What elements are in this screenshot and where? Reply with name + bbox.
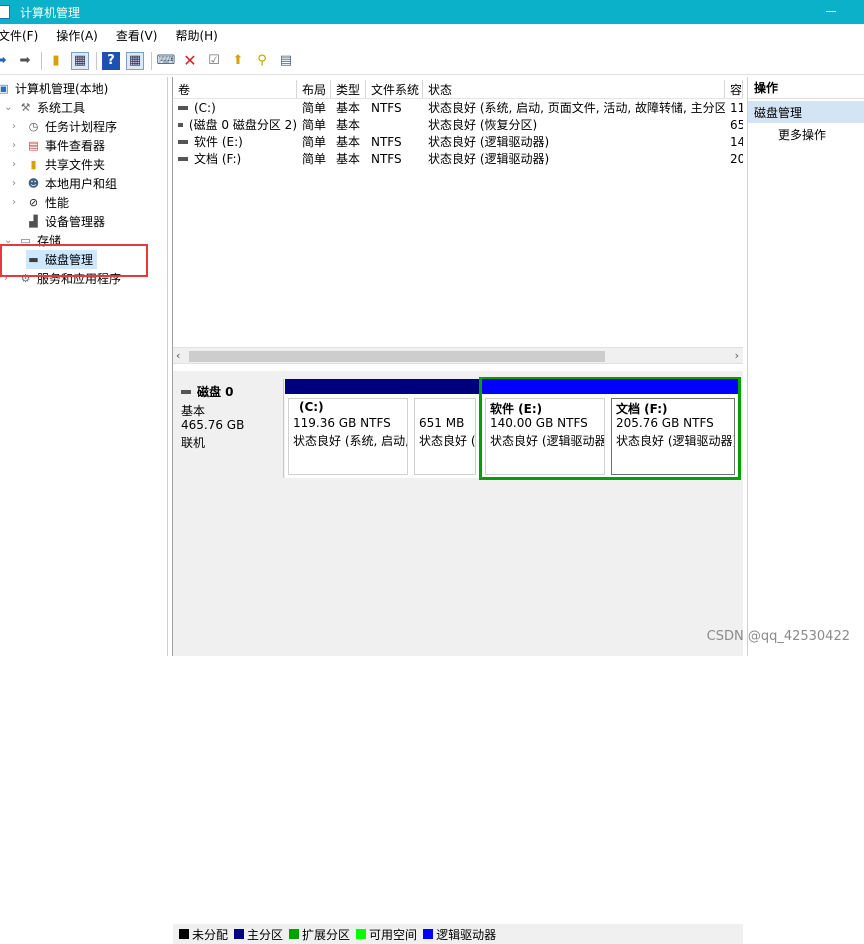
partition-f[interactable]: 文档 (F:) 205.76 GB NTFS 状态良好 (逻辑驱动器) bbox=[608, 379, 738, 478]
scroll-thumb[interactable] bbox=[189, 351, 605, 362]
partition-row: (C:) 119.36 GB NTFS 状态良好 (系统, 启动, 651 MB… bbox=[285, 377, 741, 480]
legend-swatch-extended bbox=[289, 929, 300, 939]
forward-icon[interactable]: ➡ bbox=[16, 52, 34, 70]
menu-action[interactable]: 操作(A) bbox=[56, 27, 98, 44]
connect-icon[interactable]: ⌨ bbox=[157, 52, 176, 70]
legend-label-unallocated: 未分配 bbox=[192, 927, 229, 942]
search-icon[interactable]: ⚲ bbox=[253, 52, 271, 70]
drive-icon bbox=[178, 139, 188, 144]
column-status[interactable]: 状态 bbox=[423, 80, 725, 98]
actions-disk-management[interactable]: 磁盘管理 bbox=[748, 101, 864, 123]
legend-label-free: 可用空间 bbox=[369, 927, 418, 942]
scroll-right-icon[interactable]: › bbox=[735, 349, 739, 362]
chevron-down-icon[interactable]: ⌄ bbox=[4, 102, 14, 113]
disk-info[interactable]: 磁盘 0 基本 465.76 GB 联机 bbox=[173, 379, 284, 478]
legend-swatch-logical bbox=[423, 929, 434, 939]
disk-graphical-view: 磁盘 0 基本 465.76 GB 联机 (C:) 119.36 GB NTFS… bbox=[173, 371, 743, 944]
column-filesystem[interactable]: 文件系统 bbox=[366, 80, 423, 98]
column-capacity[interactable]: 容 bbox=[725, 80, 743, 98]
watermark: CSDN @qq_42530422 bbox=[706, 629, 850, 644]
table-row[interactable]: (C:) 简单 基本 NTFS 状态良好 (系统, 启动, 页面文件, 活动, … bbox=[173, 99, 743, 116]
legend-label-extended: 扩展分区 bbox=[302, 927, 351, 942]
actions-header: 操作 bbox=[748, 77, 864, 99]
volume-list-header: 卷 布局 类型 文件系统 状态 容 bbox=[173, 80, 743, 99]
legend-swatch-primary bbox=[234, 929, 245, 939]
console-tree: ▣ 计算机管理(本地) ⌄ ⚒ 系统工具 › ◷ 任务计划程序 › ▤ 事件查看… bbox=[0, 77, 168, 656]
drive-icon bbox=[178, 122, 183, 127]
chevron-right-icon[interactable]: › bbox=[12, 140, 22, 151]
tree-local-users[interactable]: › ☻ 本地用户和组 bbox=[12, 174, 117, 193]
table-row[interactable]: 文档 (F:) 简单 基本 NTFS 状态良好 (逻辑驱动器) 20 bbox=[173, 150, 743, 167]
menu-bar: 文件(F) 操作(A) 查看(V) 帮助(H) bbox=[0, 24, 864, 46]
legend-label-logical: 逻辑驱动器 bbox=[436, 927, 497, 942]
legend-swatch-unallocated bbox=[179, 929, 189, 939]
console-tree-icon[interactable]: ▦ bbox=[71, 51, 89, 70]
legend: 未分配 主分区 扩展分区 可用空间 逻辑驱动器 bbox=[173, 924, 743, 944]
highlight-box bbox=[0, 244, 148, 277]
window-title: 计算机管理 bbox=[20, 5, 81, 20]
more-actions[interactable]: 更多操作 bbox=[748, 123, 864, 145]
show-hide-icon[interactable]: ▦ bbox=[126, 51, 144, 70]
tree-event-viewer[interactable]: › ▤ 事件查看器 bbox=[12, 136, 105, 155]
legend-label-primary: 主分区 bbox=[247, 927, 284, 942]
partition-c[interactable]: (C:) 119.36 GB NTFS 状态良好 (系统, 启动, bbox=[285, 379, 411, 478]
chevron-right-icon[interactable]: › bbox=[12, 159, 22, 170]
column-layout[interactable]: 布局 bbox=[297, 80, 331, 98]
computer-icon: ▣ bbox=[0, 82, 9, 95]
title-bar: 计算机管理 bbox=[0, 0, 864, 24]
chevron-right-icon[interactable]: › bbox=[12, 197, 22, 208]
list-icon[interactable]: ▤ bbox=[277, 52, 295, 70]
disk-management-pane: 卷 布局 类型 文件系统 状态 容 (C:) 简单 基本 NTFS 状态良好 (… bbox=[172, 77, 743, 944]
partition-e[interactable]: 软件 (E:) 140.00 GB NTFS 状态良好 (逻辑驱动器 bbox=[482, 379, 608, 478]
back-icon[interactable]: ➡ bbox=[0, 52, 10, 70]
scroll-left-icon[interactable]: ‹ bbox=[176, 349, 180, 362]
menu-view[interactable]: 查看(V) bbox=[116, 27, 158, 44]
clock-icon: ◷ bbox=[28, 120, 39, 133]
app-icon bbox=[0, 5, 10, 19]
drive-icon bbox=[178, 105, 188, 110]
import-icon[interactable]: ⬆ bbox=[229, 52, 247, 70]
tree-task-scheduler[interactable]: › ◷ 任务计划程序 bbox=[12, 117, 117, 136]
table-row[interactable]: (磁盘 0 磁盘分区 2) 简单 基本 状态良好 (恢复分区) 65 bbox=[173, 116, 743, 133]
performance-icon: ⊘ bbox=[28, 196, 39, 209]
partition-recovery[interactable]: 651 MB 状态良好 ( bbox=[411, 379, 479, 478]
minimize-button[interactable] bbox=[826, 11, 836, 12]
delete-icon[interactable]: ✕ bbox=[181, 51, 199, 70]
tree-performance[interactable]: › ⊘ 性能 bbox=[12, 193, 69, 212]
menu-file[interactable]: 文件(F) bbox=[0, 27, 38, 44]
drive-icon bbox=[178, 156, 188, 161]
chevron-right-icon[interactable]: › bbox=[12, 121, 22, 132]
tree-device-manager[interactable]: ▟ 设备管理器 bbox=[26, 212, 105, 231]
legend-swatch-free bbox=[356, 929, 367, 939]
disk-icon bbox=[181, 389, 191, 394]
tree-root[interactable]: ▣ 计算机管理(本地) bbox=[0, 79, 108, 98]
shared-folder-icon: ▮ bbox=[30, 158, 37, 171]
users-icon: ☻ bbox=[27, 177, 40, 190]
column-type[interactable]: 类型 bbox=[331, 80, 366, 98]
chevron-right-icon[interactable]: › bbox=[12, 178, 22, 189]
actions-pane: 操作 磁盘管理 更多操作 bbox=[747, 77, 864, 656]
folder-up-icon[interactable]: ▮ bbox=[47, 52, 65, 70]
event-viewer-icon: ▤ bbox=[28, 139, 39, 152]
tree-shared-folders[interactable]: › ▮ 共享文件夹 bbox=[12, 155, 105, 174]
device-manager-icon: ▟ bbox=[29, 215, 38, 228]
tools-icon: ⚒ bbox=[20, 101, 31, 114]
menu-help[interactable]: 帮助(H) bbox=[175, 27, 217, 44]
help-icon[interactable]: ? bbox=[102, 51, 120, 70]
tree-system-tools[interactable]: ⌄ ⚒ 系统工具 bbox=[4, 98, 85, 117]
horizontal-scrollbar[interactable]: ‹ › bbox=[173, 347, 743, 364]
column-volume[interactable]: 卷 bbox=[173, 80, 297, 98]
toolbar: ➡ ➡ ▮ ▦ ? ▦ ⌨ ✕ ☑ ⬆ ⚲ ▤ bbox=[0, 47, 864, 75]
properties-icon[interactable]: ☑ bbox=[205, 52, 223, 70]
table-row[interactable]: 软件 (E:) 简单 基本 NTFS 状态良好 (逻辑驱动器) 14 bbox=[173, 133, 743, 150]
